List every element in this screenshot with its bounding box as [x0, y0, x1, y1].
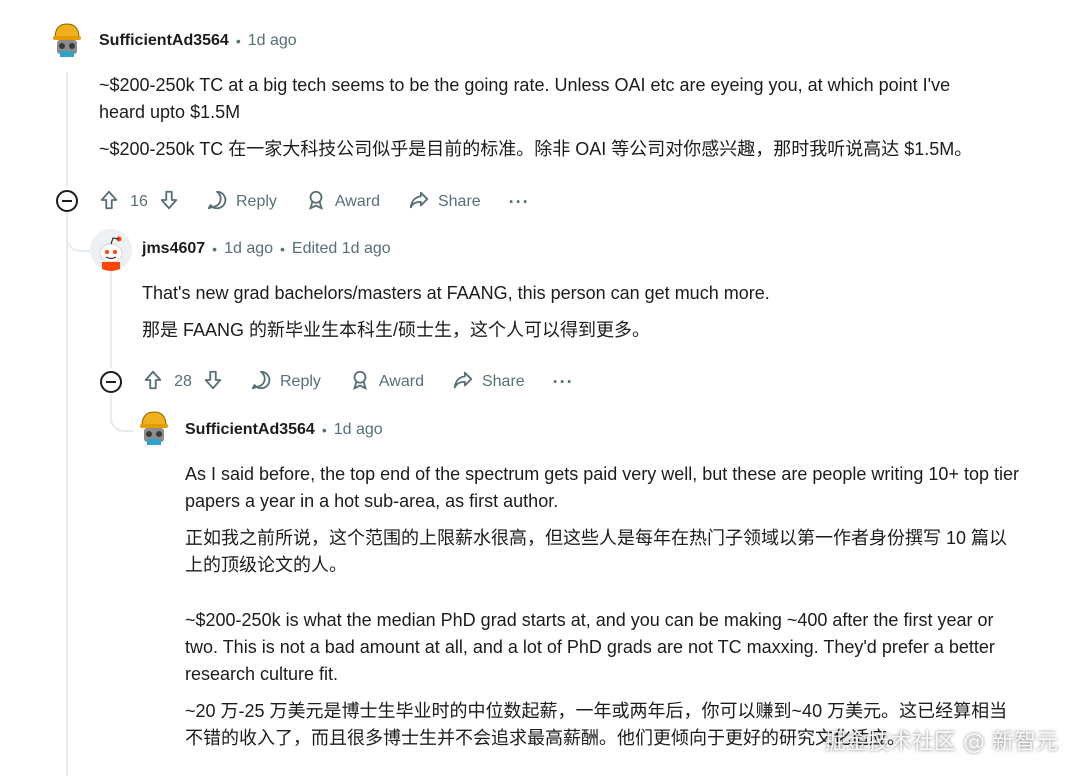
award-label: Award	[334, 193, 380, 210]
thread-line	[66, 212, 68, 776]
separator-dot: •	[235, 33, 241, 49]
reply-button[interactable]: Reply	[206, 189, 277, 216]
reply-button[interactable]: Reply	[250, 369, 321, 396]
upvote-icon[interactable]	[98, 189, 120, 216]
comment-body: ~$200-250k TC at a big tech seems to be …	[99, 72, 999, 163]
action-bar: 28 Reply Award Share ···	[142, 364, 574, 400]
share-button[interactable]: Share	[452, 369, 525, 396]
vote-control: 16	[98, 189, 180, 216]
vote-score: 28	[174, 373, 192, 390]
award-icon	[305, 189, 327, 216]
upvote-icon[interactable]	[142, 369, 164, 396]
share-label: Share	[481, 373, 525, 390]
reply-label: Reply	[280, 373, 321, 390]
comment-paragraph: ~$200-250k TC at a big tech seems to be …	[99, 75, 951, 122]
award-label: Award	[378, 373, 424, 390]
timestamp[interactable]: 1d ago	[248, 32, 297, 50]
action-bar: 16 Reply Award Share ···	[98, 184, 530, 220]
comment-paragraph: That's new grad bachelors/masters at FAA…	[142, 283, 770, 303]
comment-paragraph: As I said before, the top end of the spe…	[185, 464, 1019, 511]
share-icon	[408, 189, 430, 216]
award-icon	[349, 369, 371, 396]
comment-header: SufficientAd3564 • 1d ago	[185, 421, 383, 439]
avatar[interactable]	[90, 229, 132, 271]
downvote-icon[interactable]	[158, 189, 180, 216]
more-options-button[interactable]: ···	[509, 192, 530, 213]
username[interactable]: SufficientAd3564	[99, 32, 229, 50]
share-button[interactable]: Share	[408, 189, 481, 216]
collapse-icon[interactable]	[100, 371, 122, 393]
reply-icon	[206, 189, 228, 216]
share-icon	[452, 369, 474, 396]
reply-label: Reply	[236, 193, 277, 210]
award-button[interactable]: Award	[349, 369, 424, 396]
comment-paragraph: ~$200-250k is what the median PhD grad s…	[185, 610, 995, 684]
username[interactable]: jms4607	[142, 240, 205, 258]
thread-connector	[66, 212, 92, 252]
vote-score: 16	[130, 193, 148, 210]
edited-label: Edited 1d ago	[291, 240, 391, 257]
comment-body: That's new grad bachelors/masters at FAA…	[142, 280, 1022, 344]
separator-dot: •	[280, 241, 285, 257]
comment-body: As I said before, the top end of the spe…	[185, 461, 1025, 752]
timestamp[interactable]: 1d ago	[334, 421, 383, 439]
separator-dot: •	[212, 241, 218, 257]
share-label: Share	[437, 193, 481, 210]
timestamp[interactable]: 1d ago	[224, 240, 273, 258]
username[interactable]: SufficientAd3564	[185, 421, 315, 439]
reply-icon	[250, 369, 272, 396]
vote-control: 28	[142, 369, 224, 396]
separator-dot: •	[321, 422, 327, 438]
comment-paragraph: 正如我之前所说，这个范围的上限薪水很高，但这些人是每年在热门子领域以第一作者身份…	[185, 528, 1008, 575]
thread-line	[66, 72, 68, 187]
avatar[interactable]	[46, 18, 88, 60]
more-options-button[interactable]: ···	[553, 372, 574, 393]
collapse-icon[interactable]	[56, 190, 78, 212]
avatar[interactable]	[133, 406, 175, 448]
downvote-icon[interactable]	[202, 369, 224, 396]
comment-paragraph: 那是 FAANG 的新毕业生本科生/硕士生，这个人可以得到更多。	[142, 320, 651, 340]
watermark: 掘金技术社区 @ 新智元	[824, 730, 1058, 755]
comment-paragraph: ~$200-250k TC 在一家大科技公司似乎是目前的标准。除非 OAI 等公…	[99, 139, 973, 159]
comment-header: SufficientAd3564 • 1d ago	[99, 32, 297, 50]
award-button[interactable]: Award	[305, 189, 380, 216]
thread-line	[110, 270, 112, 368]
comment-header: jms4607 • 1d ago • Edited 1d ago	[142, 240, 391, 258]
